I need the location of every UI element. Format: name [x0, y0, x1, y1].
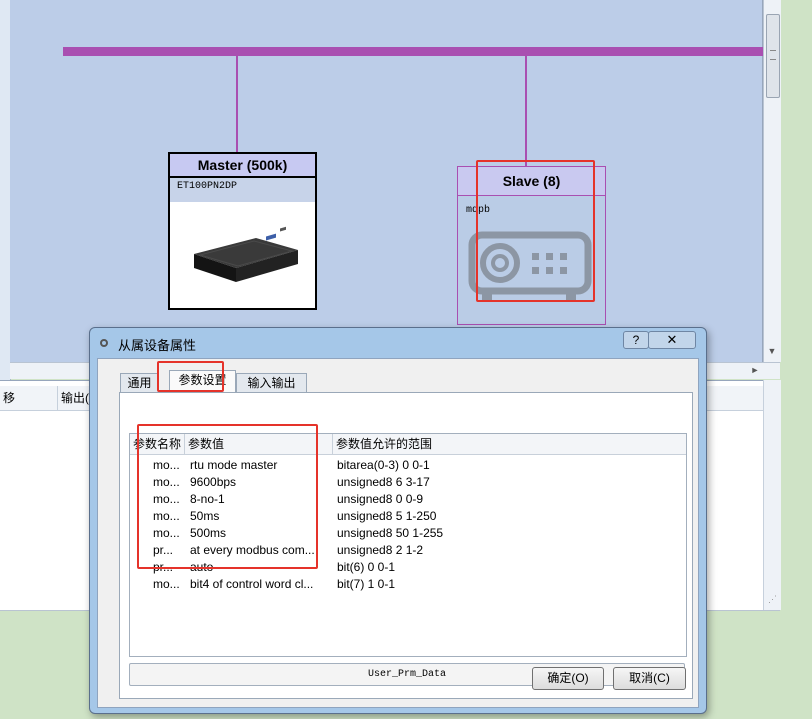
master-bus-connector: [236, 56, 238, 153]
mini-pc-icon: [194, 226, 298, 282]
parameter-range-cell: bit(7) 1 0-1: [337, 577, 396, 591]
highlight-box-slave: [476, 160, 595, 302]
parameter-value-cell[interactable]: bit4 of control word cl...: [190, 576, 330, 593]
parameter-range-cell: unsigned8 50 1-255: [337, 526, 444, 540]
bus-line: [63, 47, 763, 56]
dialog-title: 从属设备属性: [118, 338, 197, 353]
parameter-range-cell: unsigned8 6 3-17: [337, 475, 430, 489]
parameter-name-cell: mo...: [153, 577, 180, 591]
parameter-row[interactable]: mo... bit4 of control word cl... bit(7) 1 …: [130, 576, 686, 593]
highlight-box-parameters: [137, 424, 318, 569]
scroll-down-arrow-icon[interactable]: ▼: [766, 345, 778, 357]
parameter-range-cell: bitarea(0-3) 0 0-1: [337, 458, 430, 472]
highlight-box-tab: [157, 361, 224, 392]
column-header-param-range[interactable]: 参数值允许的范围: [333, 434, 682, 454]
parameter-range-cell: unsigned8 5 1-250: [337, 509, 437, 523]
column-header[interactable]: 移: [0, 386, 58, 410]
panel-scrollbar[interactable]: [763, 380, 781, 610]
master-node-title: Master (500k): [170, 154, 315, 178]
ok-button[interactable]: 确定(O): [532, 667, 604, 690]
cancel-button[interactable]: 取消(C): [613, 667, 686, 690]
tab-general[interactable]: 通用: [120, 373, 159, 393]
parameter-range-cell: bit(6) 0 0-1: [337, 560, 396, 574]
parameter-range-cell: unsigned8 0 0-9: [337, 492, 424, 506]
master-node[interactable]: Master (500k) ET100PN2DP: [168, 152, 317, 310]
window-icon: [100, 339, 108, 347]
master-node-subtitle: ET100PN2DP: [177, 181, 238, 192]
tab-input-output[interactable]: 输入输出: [236, 373, 307, 393]
slave-bus-connector: [525, 56, 527, 167]
parameter-range-cell: unsigned8 2 1-2: [337, 543, 424, 557]
scroll-grip-icon: [770, 50, 776, 60]
scroll-right-arrow-icon[interactable]: ►: [748, 363, 762, 377]
help-button[interactable]: ?: [623, 331, 649, 349]
resize-grip-icon[interactable]: ⋰: [768, 594, 778, 604]
close-button[interactable]: ✕: [648, 331, 696, 349]
